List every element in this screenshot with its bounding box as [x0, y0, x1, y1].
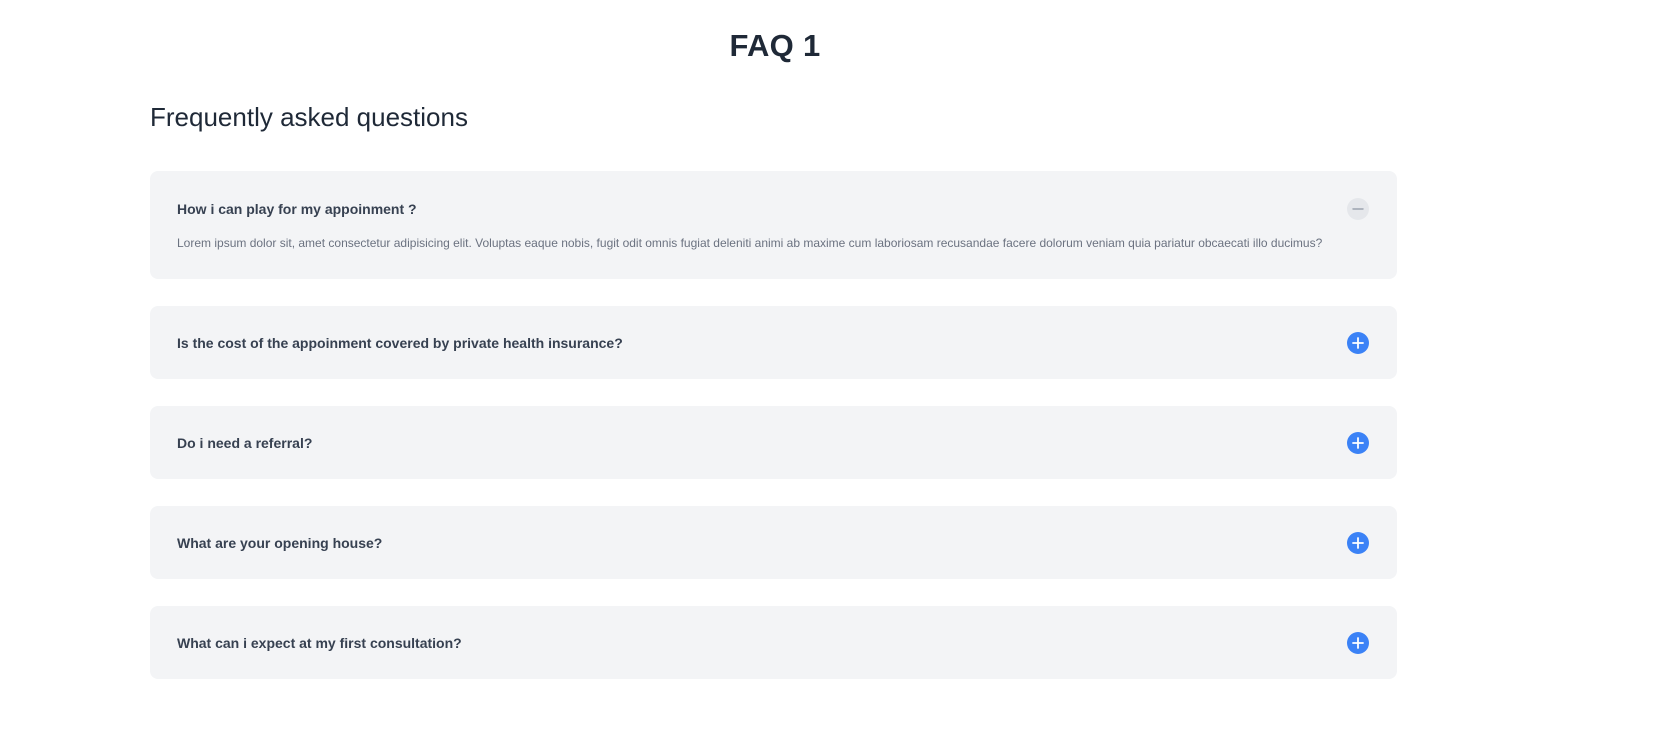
faq-question: What are your opening house?: [177, 534, 383, 551]
plus-circle-icon[interactable]: [1347, 431, 1369, 454]
faq-item: What are your opening house?: [150, 506, 1397, 579]
faq-question-row[interactable]: Is the cost of the appoinment covered by…: [177, 306, 1370, 379]
section-heading: Frequently asked questions: [150, 102, 468, 132]
page-title: FAQ 1: [729, 28, 821, 63]
minus-circle-icon[interactable]: [1347, 197, 1369, 220]
faq-item: Do i need a referral?: [150, 406, 1397, 479]
faq-item: Is the cost of the appoinment covered by…: [150, 306, 1397, 379]
faq-list: How i can play for my appoinment ? Lorem…: [150, 171, 1397, 706]
faq-question: What can i expect at my first consultati…: [177, 634, 462, 651]
plus-circle-icon[interactable]: [1347, 531, 1369, 554]
faq-question-row[interactable]: Do i need a referral?: [177, 406, 1370, 479]
faq-question: Do i need a referral?: [177, 434, 313, 451]
faq-question: Is the cost of the appoinment covered by…: [177, 334, 623, 351]
faq-question-row[interactable]: What can i expect at my first consultati…: [177, 606, 1370, 679]
faq-question-row[interactable]: What are your opening house?: [177, 506, 1370, 579]
plus-circle-icon[interactable]: [1347, 331, 1369, 354]
faq-item: How i can play for my appoinment ? Lorem…: [150, 171, 1397, 279]
plus-circle-icon[interactable]: [1347, 631, 1369, 654]
faq-question: How i can play for my appoinment ?: [177, 200, 417, 217]
faq-page: FAQ 1 Frequently asked questions How i c…: [0, 0, 1680, 734]
faq-item: What can i expect at my first consultati…: [150, 606, 1397, 679]
faq-answer: Lorem ipsum dolor sit, amet consectetur …: [177, 236, 1323, 250]
